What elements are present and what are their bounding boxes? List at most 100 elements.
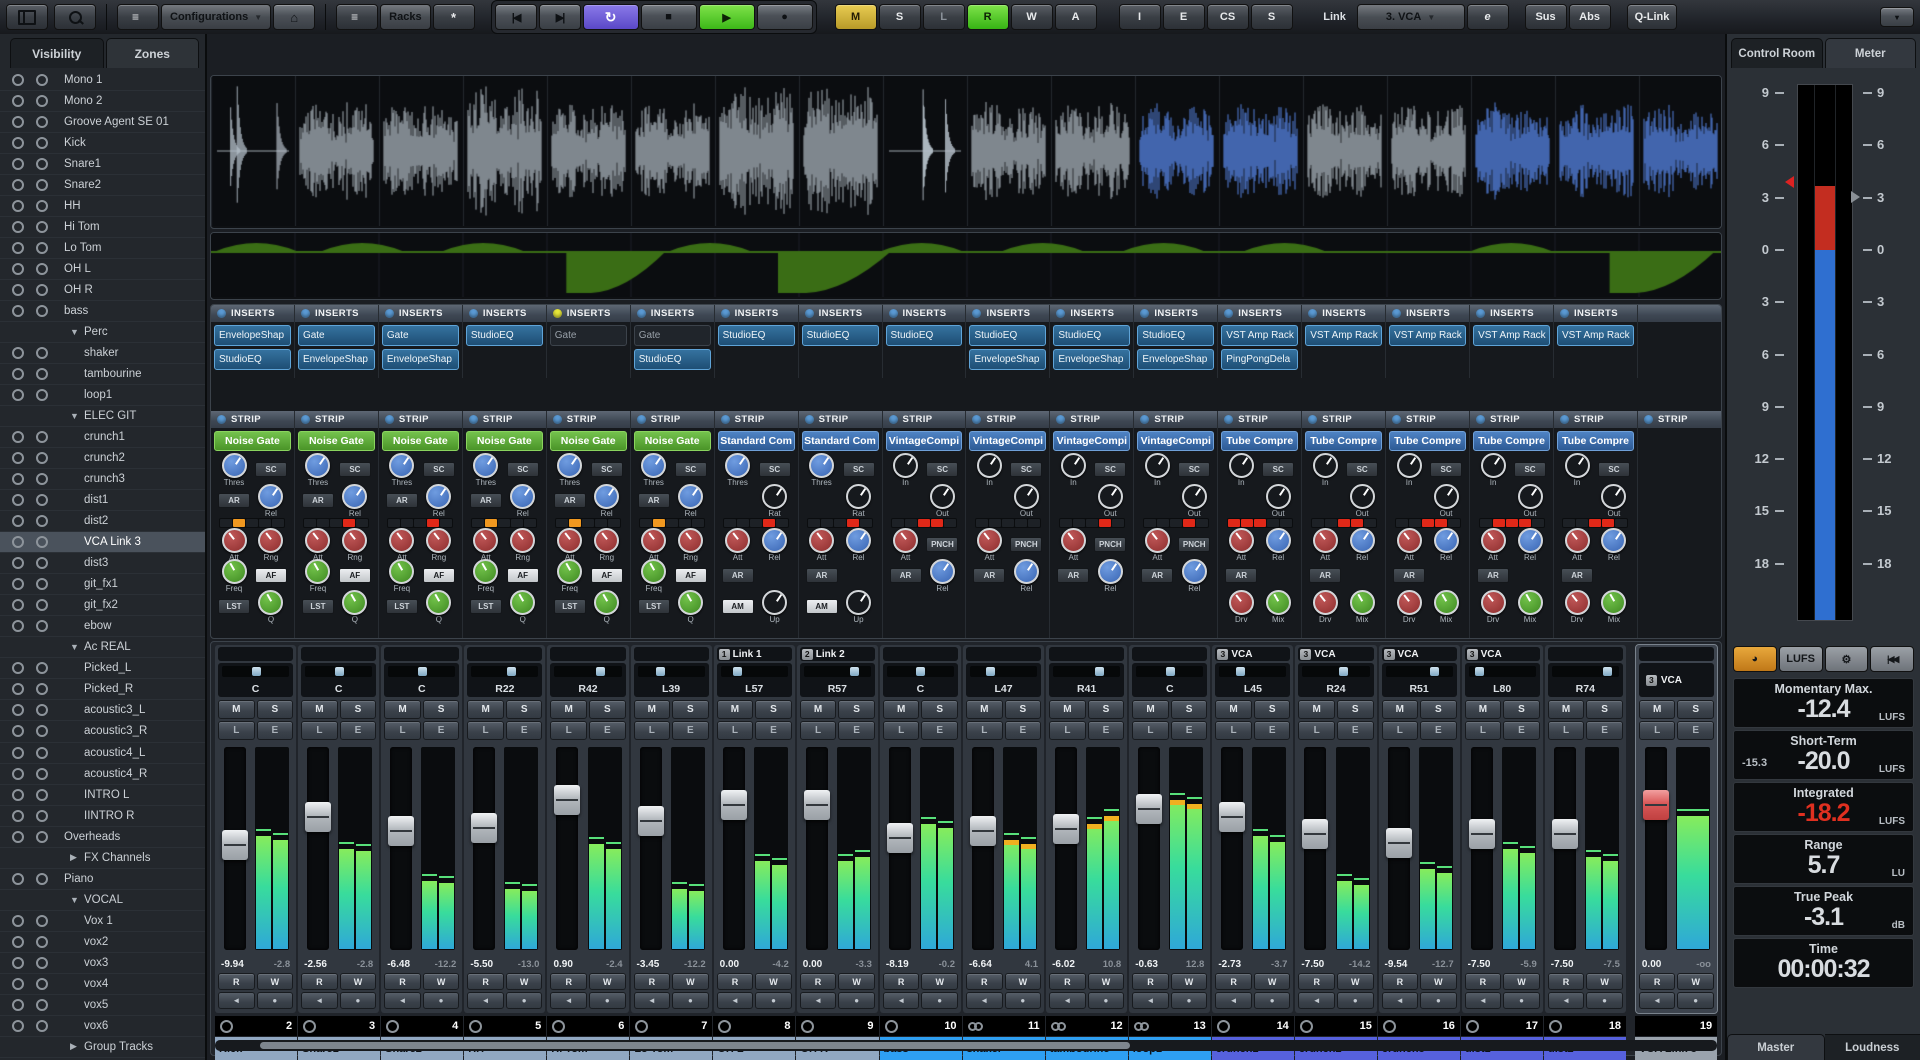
strip-header[interactable]: STRIP [463, 411, 546, 428]
insert-slot[interactable]: EnvelopeShap [298, 349, 375, 370]
mute-button[interactable]: M [1639, 700, 1676, 719]
mix-knob[interactable] [1601, 590, 1626, 615]
rel-knob[interactable] [1182, 559, 1207, 584]
read-automation-button[interactable]: R [1049, 973, 1086, 990]
hide-channel-icon[interactable] [36, 789, 48, 801]
drv-knob[interactable] [1313, 590, 1338, 615]
edit-button[interactable]: E [506, 721, 543, 740]
hide-channel-icon[interactable] [36, 368, 48, 380]
insert-slot[interactable]: StudioEQ [214, 349, 291, 370]
sc-button[interactable]: SC [1094, 462, 1126, 477]
channel-list-item[interactable]: crunch2 [0, 448, 205, 469]
show-channel-icon[interactable] [12, 683, 24, 695]
pan-track[interactable] [970, 666, 1037, 677]
lst-button[interactable]: LST [218, 599, 250, 614]
out-knob[interactable] [1266, 484, 1291, 509]
show-channel-icon[interactable] [12, 662, 24, 674]
inserts-header[interactable]: INSERTS [966, 305, 1049, 322]
hide-channel-icon[interactable] [36, 494, 48, 506]
channel-list-item[interactable]: acoustic3_R [0, 721, 205, 742]
show-channel-icon[interactable] [12, 957, 24, 969]
strip-module-label[interactable]: VintageCompi [969, 431, 1046, 451]
channel-list-item[interactable]: ▼Perc [0, 322, 205, 343]
insert-slot[interactable]: PingPongDela [1221, 349, 1298, 370]
show-channel-icon[interactable] [12, 494, 24, 506]
show-channel-icon[interactable] [12, 284, 24, 296]
thres-knob[interactable] [473, 453, 498, 478]
hide-channel-icon[interactable] [36, 452, 48, 464]
mute-button[interactable]: M [467, 700, 504, 719]
rel-knob[interactable] [1098, 559, 1123, 584]
solo-button[interactable]: S [921, 700, 958, 719]
pan-control[interactable]: R42 [550, 663, 625, 697]
solo-button[interactable]: S [1088, 700, 1125, 719]
pan-control[interactable]: L57 [717, 663, 792, 697]
rel-knob[interactable] [258, 484, 283, 509]
window-layout-button[interactable] [6, 4, 48, 30]
fader-track[interactable] [1554, 747, 1576, 950]
strip-module-label[interactable]: VintageCompi [1053, 431, 1130, 451]
q-knob[interactable] [510, 590, 535, 615]
listen-button[interactable]: L [883, 721, 920, 740]
pnch-button[interactable]: PNCH [926, 537, 958, 552]
folder-open-icon[interactable]: ▼ [70, 895, 84, 905]
pnch-button[interactable]: PNCH [1010, 537, 1042, 552]
hide-channel-icon[interactable] [36, 74, 48, 86]
att-knob[interactable] [1313, 528, 1338, 553]
ar-button[interactable]: AR [722, 568, 754, 583]
ar-button[interactable]: AR [1225, 568, 1257, 583]
mute-button[interactable]: M [1382, 700, 1419, 719]
out-knob[interactable] [1518, 484, 1543, 509]
insert-slot[interactable]: EnvelopeShap [969, 349, 1046, 370]
channel-list-item[interactable]: ▼VOCAL [0, 890, 205, 911]
listen-button[interactable]: L [550, 721, 587, 740]
out-knob[interactable] [1350, 484, 1375, 509]
edit-button[interactable]: E [257, 721, 294, 740]
hide-channel-icon[interactable] [36, 620, 48, 632]
fader-track[interactable] [972, 747, 994, 950]
fader-track[interactable] [889, 747, 911, 950]
fader-handle[interactable] [1053, 814, 1079, 844]
listen-button[interactable]: L [467, 721, 504, 740]
strip-header[interactable]: STRIP [799, 411, 882, 428]
read-automation-button[interactable]: R [384, 973, 421, 990]
show-channel-icon[interactable] [12, 221, 24, 233]
channel-list-item[interactable]: git_fx2 [0, 595, 205, 616]
edit-button[interactable]: E [1088, 721, 1125, 740]
fader-track[interactable] [1055, 747, 1077, 950]
solo-button[interactable]: S [1337, 700, 1374, 719]
hide-channel-icon[interactable] [36, 936, 48, 948]
monitor-button[interactable]: ◄ [966, 992, 1003, 1009]
sc-button[interactable]: SC [843, 462, 875, 477]
strip-header[interactable]: STRIP [1386, 411, 1469, 428]
edit-button[interactable]: E [1254, 721, 1291, 740]
edit-button[interactable]: E [1337, 721, 1374, 740]
pan-control[interactable]: R24 [1298, 663, 1373, 697]
monitor-button[interactable]: ◄ [634, 992, 671, 1009]
mute-button[interactable]: M [966, 700, 1003, 719]
up-knob[interactable] [846, 590, 871, 615]
edit-button[interactable]: E [1677, 721, 1714, 740]
auto-button-m[interactable]: M [835, 4, 877, 30]
drv-knob[interactable] [1397, 590, 1422, 615]
hide-channel-icon[interactable] [36, 599, 48, 611]
freq-knob[interactable] [641, 559, 666, 584]
inserts-header[interactable]: INSERTS [631, 305, 714, 322]
hide-channel-icon[interactable] [36, 536, 48, 548]
att-knob[interactable] [1229, 528, 1254, 553]
inserts-header[interactable]: INSERTS [463, 305, 546, 322]
read-automation-button[interactable]: R [1639, 973, 1676, 990]
edit-button[interactable]: E [423, 721, 460, 740]
solo-button[interactable]: S [257, 700, 294, 719]
read-automation-button[interactable]: R [1382, 973, 1419, 990]
strip-module-label[interactable]: Noise Gate [214, 431, 291, 451]
hide-channel-icon[interactable] [36, 747, 48, 759]
rel-knob[interactable] [1518, 528, 1543, 553]
pan-control[interactable]: R74 [1548, 663, 1623, 697]
channel-list-item[interactable]: OH R [0, 280, 205, 301]
auto-button-r[interactable]: R [967, 4, 1009, 30]
rel-knob[interactable] [678, 484, 703, 509]
hide-channel-icon[interactable] [36, 221, 48, 233]
out-knob[interactable] [1601, 484, 1626, 509]
write-automation-button[interactable]: W [423, 973, 460, 990]
